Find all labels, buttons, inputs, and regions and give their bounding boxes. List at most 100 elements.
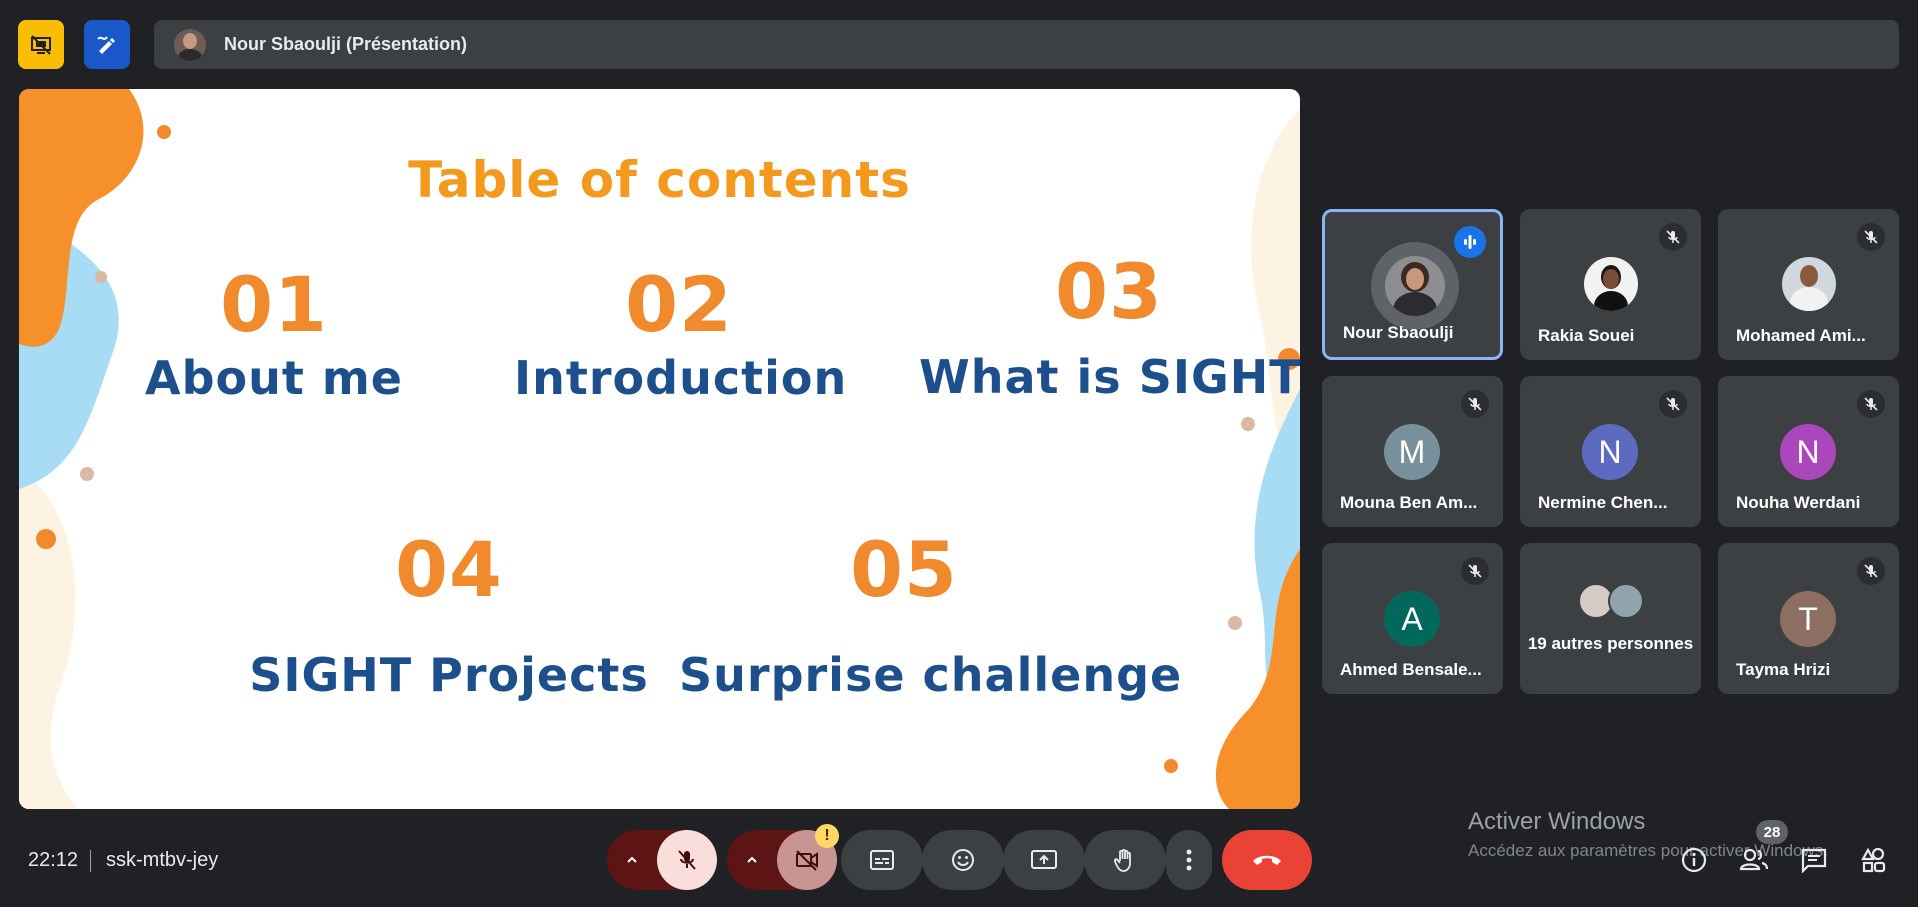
participant-name: Nouha Werdani [1736,493,1861,512]
video-options-button[interactable] [727,830,777,890]
toc-number: 02 [625,260,733,349]
others-tile[interactable]: 19 autres personnes [1520,543,1701,694]
camera-off-icon [796,850,818,871]
participant-tile[interactable]: N Nouha Werdani [1718,376,1899,527]
speaking-indicator [1454,226,1486,258]
participant-name: Rakia Souei [1538,326,1635,345]
muted-indicator [1857,223,1885,251]
more-options-button[interactable] [1166,830,1212,890]
participant-name: Tayma Hrizi [1736,660,1831,679]
camera-control-group: ! [727,824,839,890]
participant-name: Mohamed Ami... [1736,326,1866,345]
toc-label: SIGHT Projects [249,648,649,702]
end-call-icon [1253,855,1281,865]
present-now-button[interactable] [1003,830,1085,890]
presenter-avatar [174,28,206,61]
people-icon [1739,848,1769,871]
reactions-button[interactable] [922,830,1004,890]
presenter-label: Nour Sbaoulji (Présentation) [224,34,468,54]
people-count-badge: 28 [1756,820,1788,844]
annotate-button[interactable] [84,20,130,69]
participant-tile[interactable]: Nour Sbaoulji [1322,209,1503,360]
toc-number: 04 [395,525,503,614]
toc-label: About me [144,351,403,405]
toc-item-02: 02 Introduction [514,260,848,406]
avatar [1782,257,1836,311]
mic-toggle-button[interactable] [657,830,717,890]
meeting-time: 22:12 [28,849,79,871]
whiteboard-icon [97,35,115,54]
slide-title: Table of contents [408,151,911,209]
people-button[interactable] [1737,843,1771,877]
toc-label: Surprise challenge [679,648,1183,702]
audio-options-button[interactable] [607,830,657,890]
participant-tile[interactable]: T Tayma Hrizi [1718,543,1899,694]
divider [90,850,91,872]
activities-button[interactable] [1857,843,1891,877]
avatar: N [1780,424,1836,480]
presenter-bar: Nour Sbaoulji (Présentation) [154,20,1899,69]
avatar: N [1582,424,1638,480]
camera-toggle-button[interactable]: ! [777,824,839,890]
mic-off-icon [1468,397,1482,411]
mic-off-icon [678,850,696,870]
present-off-icon [31,34,51,55]
muted-indicator [1461,557,1489,585]
meeting-code: ssk-mtbv-jey [106,849,219,871]
info-icon [1681,847,1707,873]
toc-item-01: 01 About me [139,260,409,406]
participant-tile[interactable]: Mohamed Ami... [1718,209,1899,360]
toc-number: 05 [850,525,958,614]
muted-indicator [1857,557,1885,585]
participant-name: Nour Sbaoulji [1343,323,1454,342]
avatar: T [1780,591,1836,647]
toc-number: 01 [220,260,328,349]
camera-warning-badge: ! [815,824,839,848]
participant-name: Ahmed Bensale... [1340,660,1482,679]
captions-icon [870,850,894,870]
participant-name: Nermine Chen... [1538,493,1668,512]
chevron-up-icon [747,856,757,863]
avatar [1584,257,1638,311]
present-screen-icon [1031,850,1057,869]
muted-indicator [1659,390,1687,418]
more-vert-icon [1186,849,1192,871]
muted-indicator [1857,390,1885,418]
toc-label: Introduction [514,351,848,405]
captions-button[interactable] [841,830,923,890]
chat-icon [1801,848,1827,873]
raise-hand-button[interactable] [1084,830,1166,890]
presentation-slide: Table of contents 01 About me 02 Introdu… [19,89,1300,809]
raise-hand-icon [1114,848,1131,872]
toc-label: What is SIGHT [919,350,1300,404]
group-avatars [1578,583,1648,619]
others-count-label: 19 autres personnes [1527,634,1694,653]
mic-off-icon [1468,564,1482,578]
avatar: A [1384,591,1440,647]
participant-tile[interactable]: Rakia Souei [1520,209,1701,360]
meeting-details-button[interactable] [1677,843,1711,877]
mic-off-icon [1666,397,1680,411]
activate-windows-subtitle: Accédez aux paramètres pour activer Wind… [1468,841,1828,860]
avatar [1371,242,1459,330]
muted-indicator [1659,223,1687,251]
participant-tile[interactable]: M Mouna Ben Am... [1322,376,1503,527]
toc-item-04: 04 SIGHT Projects [249,525,649,703]
chat-button[interactable] [1797,843,1831,877]
stop-presenting-button[interactable] [18,20,64,69]
participant-name: Mouna Ben Am... [1340,493,1478,512]
mic-off-icon [1864,397,1878,411]
activate-windows-title: Activer Windows [1468,808,1646,835]
toc-item-05: 05 Surprise challenge [679,525,1183,703]
mic-control-group [607,830,717,890]
leave-call-button[interactable] [1222,830,1312,890]
avatar: M [1384,424,1440,480]
meet-window: Nour Sbaoulji (Présentation) Table of co… [0,0,1918,907]
toc-number: 03 [1055,247,1163,336]
participant-tile[interactable]: A Ahmed Bensale... [1322,543,1503,694]
mic-off-icon [1864,230,1878,244]
activities-icon [1861,847,1886,873]
muted-indicator [1461,390,1489,418]
participant-tile[interactable]: N Nermine Chen... [1520,376,1701,527]
emoji-icon [952,849,974,871]
